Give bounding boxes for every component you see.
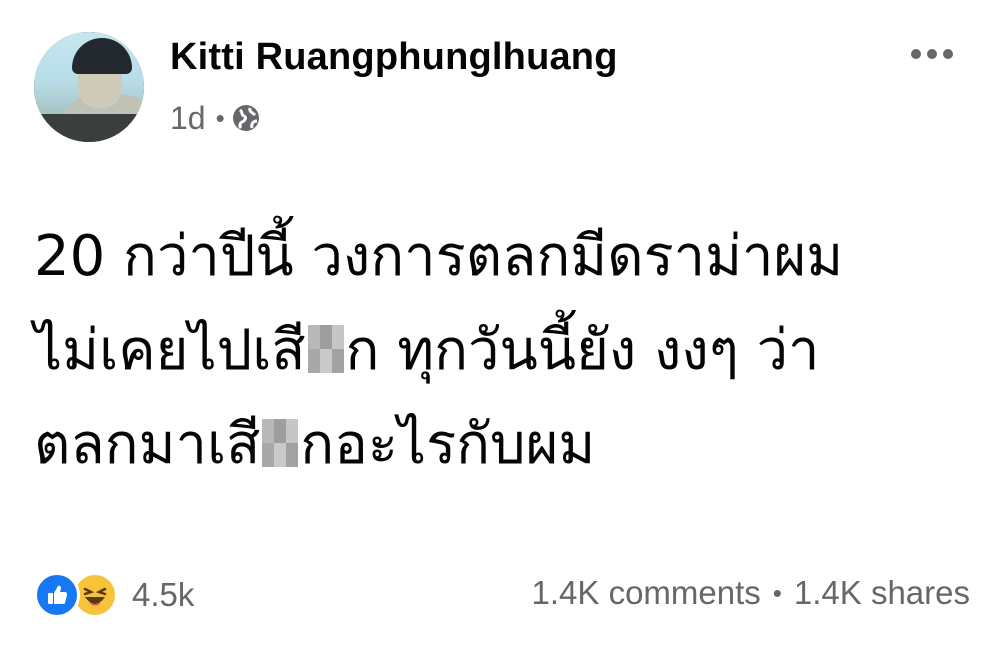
post-text-segment: ตลกมาเสี — [34, 412, 261, 477]
post-time[interactable]: 1d — [170, 100, 206, 137]
post-text-line: ไม่เคยไปเสี ก ทุกวันนี้ยัง งงๆ ว่า — [34, 304, 974, 398]
engagement-stats: 1.4K comments • 1.4K shares — [532, 574, 970, 612]
reaction-count: 4.5k — [132, 576, 195, 613]
post-text-line: 20 กว่าปีนี้ วงการตลกมีดราม่าผม — [34, 210, 974, 304]
like-icon — [34, 572, 80, 618]
post-text: 20 กว่าปีนี้ วงการตลกมีดราม่าผม ไม่เคยไป… — [34, 210, 974, 492]
shares-count[interactable]: 1.4K shares — [794, 574, 970, 612]
post-text-segment: กอะไรกับผม — [300, 412, 596, 477]
post-text-segment: 20 กว่าปีนี้ วงการตลกมีดราม่าผม — [34, 224, 844, 289]
post-meta: 1d • — [170, 98, 261, 138]
censored-pixelation — [307, 325, 344, 373]
post-text-segment: ไม่เคยไปเสี — [34, 318, 306, 383]
more-options-icon[interactable] — [902, 42, 962, 66]
post-text-segment: ก ทุกวันนี้ยัง งงๆ ว่า — [345, 318, 820, 383]
censored-pixelation — [262, 419, 299, 467]
comments-count[interactable]: 1.4K comments — [532, 574, 761, 612]
post-header: Kitti Ruangphunglhuang 1d • — [34, 32, 974, 144]
reactions-summary[interactable]: 4.5k — [34, 570, 194, 620]
globe-icon[interactable] — [231, 103, 261, 133]
post-text-line: ตลกมาเสี กอะไรกับผม — [34, 398, 974, 492]
stats-separator: • — [772, 577, 782, 608]
post-footer: 4.5k 1.4K comments • 1.4K shares — [34, 566, 970, 624]
meta-separator: • — [215, 102, 225, 133]
avatar[interactable] — [34, 32, 144, 142]
author-name[interactable]: Kitti Ruangphunglhuang — [170, 36, 618, 79]
